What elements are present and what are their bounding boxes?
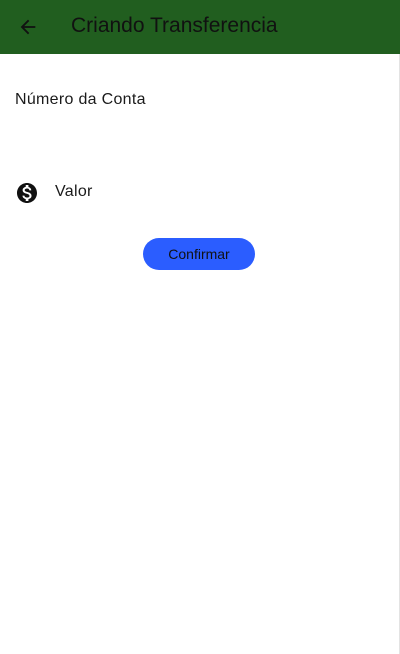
app-bar: Criando Transferencia: [0, 0, 400, 54]
page-title: Criando Transferencia: [71, 14, 278, 37]
amount-field[interactable]: Valor: [0, 172, 400, 212]
back-button[interactable]: [10, 9, 46, 45]
dollar-circle-icon: [15, 181, 39, 205]
arrow-back-icon: [20, 19, 36, 35]
confirm-button[interactable]: Confirmar: [143, 238, 255, 270]
account-number-label: Número da Conta: [15, 91, 146, 108]
transfer-screen: Criando Transferencia Número da Conta Va…: [0, 0, 400, 654]
amount-label: Valor: [55, 183, 93, 200]
account-number-field[interactable]: Número da Conta: [0, 80, 400, 120]
